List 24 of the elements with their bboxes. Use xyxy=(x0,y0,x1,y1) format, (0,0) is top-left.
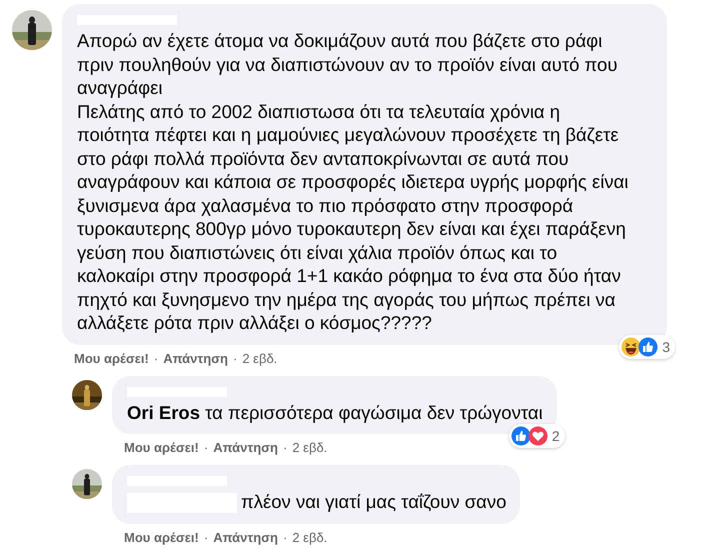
thumbs-up-icon xyxy=(638,336,658,356)
action-link[interactable]: Απάντηση xyxy=(213,440,278,455)
comment-text: Πελάτης από το 2002 διαπιστωσα ότι τα τελευταία χρόνια η ποιότητα πέφτει και η μαμούνιες μεγαλώνουν προσέχετε τη βάζετε στο ράφι πολλά προϊόντα δεν ανταποκρίνωνται σε αυτά που αναγράφουν και κάποια σε προσφορές ιδιετερα υγρής μορφής είναι ξυνισμενα άρα χαλασμένα το πιο πρόσφατο στην προσφορά τυροκαυτερης 800γρ μόνο τυροκαυτερη δεν είναι και έχει παράξενη γεύση που διαπιστώνεις ότι είναι χάλια προϊόν όπως και το καλοκαίρι στην προσφορά 1+1 κακάο ρόφημα το ένα στα δύο ήταν πηχτό και ξυνησμενο την ημέρα της αγοράς του μήπως πρέπει να αλλάξετε ρότα πριν αλλάξει ο κόσμος????? xyxy=(77,100,628,333)
timestamp[interactable]: 2 εβδ. xyxy=(242,350,278,366)
action-link[interactable]: Απάντηση xyxy=(163,350,228,366)
timestamp[interactable]: 2 εβδ. xyxy=(292,530,328,544)
comment-text: Ori Eros τα περισσότερα φαγώσιμα δεν τρώγονται xyxy=(127,402,543,422)
action-link[interactable]: Μου αρέσει! xyxy=(124,530,199,544)
comment-text: Απορώ αν έχετε άτομα να δοκιμάζουν αυτά που βάζετε στο ράφι πριν πουληθούν για να διαπιστώνουν αν το προϊόν είναι αυτό που αναγράφει xyxy=(77,30,618,98)
separator-dot: · xyxy=(204,440,208,455)
action-link[interactable]: Απάντηση xyxy=(213,530,278,544)
action-link[interactable]: Μου αρέσει! xyxy=(74,350,149,366)
reaction-badge[interactable]: 2 xyxy=(508,424,565,448)
action-link[interactable]: Μου αρέσει! xyxy=(124,440,199,455)
laughing-emoji-icon xyxy=(621,336,642,356)
separator-dot: · xyxy=(154,350,158,366)
comment-text: πλέον ναι γιατί μας ταΐζουν σανο xyxy=(241,491,506,512)
separator-dot: · xyxy=(282,440,288,455)
separator-dot: · xyxy=(232,350,238,366)
timestamp[interactable]: 2 εβδ. xyxy=(292,440,328,455)
thumbs-up-icon xyxy=(510,426,531,446)
separator-dot: · xyxy=(204,530,208,544)
reaction-badge[interactable]: 3 xyxy=(619,334,675,358)
separator-dot: · xyxy=(282,530,288,544)
